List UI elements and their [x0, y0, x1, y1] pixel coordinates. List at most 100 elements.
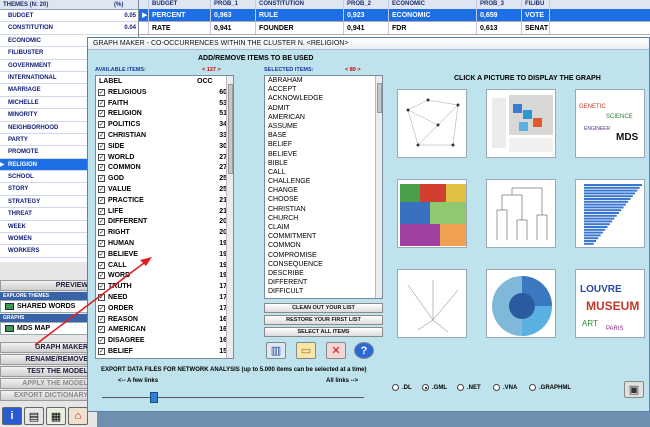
scroll-thumb[interactable]	[377, 83, 382, 113]
format-radio[interactable]: .DL	[392, 384, 412, 391]
graph-maker-button[interactable]: GRAPH MAKER	[0, 342, 97, 353]
selected-item-row[interactable]: CHANGE	[265, 186, 382, 195]
treemap-thumbnail[interactable]	[397, 179, 467, 248]
available-item-row[interactable]: ✓ HUMAN 19	[96, 238, 233, 249]
selected-item-row[interactable]: CALL	[265, 168, 382, 177]
selected-item-row[interactable]: CHOOSE	[265, 195, 382, 204]
format-radio[interactable]: .VNA	[493, 384, 517, 391]
available-item-row[interactable]: ✓ GOD 25	[96, 173, 233, 184]
rename-remove-button[interactable]: RENAME/REMOVE	[0, 354, 97, 365]
apply-model-button[interactable]: APPLY THE MODEL	[0, 378, 97, 389]
selected-item-row[interactable]: DISAGREE	[265, 297, 382, 299]
available-item-row[interactable]: ✓ VALUE 25	[96, 184, 233, 195]
network-graph-thumbnail[interactable]	[397, 89, 467, 158]
available-item-row[interactable]: ✓ TRUTH 17	[96, 281, 233, 292]
item-checkbox[interactable]: ✓	[98, 229, 105, 237]
selected-item-row[interactable]: COMPROMISE	[265, 251, 382, 260]
selected-item-row[interactable]: ASSUME	[265, 122, 382, 131]
available-list-scrollbar[interactable]	[226, 76, 233, 358]
format-radio[interactable]: .GRAPHML	[529, 384, 571, 391]
grid-icon[interactable]: ▦	[46, 407, 66, 425]
radio-circle[interactable]	[493, 384, 500, 391]
selected-item-row[interactable]: ADMIT	[265, 104, 382, 113]
item-checkbox[interactable]: ✓	[98, 250, 105, 258]
item-checkbox[interactable]: ✓	[98, 348, 105, 356]
item-checkbox[interactable]: ✓	[98, 164, 105, 172]
selected-item-row[interactable]: COMMON	[265, 241, 382, 250]
home-icon[interactable]: ⌂	[68, 407, 88, 425]
selected-item-row[interactable]: ACKNOWLEDGE	[265, 94, 382, 103]
item-checkbox[interactable]: ✓	[98, 304, 105, 312]
preview-button[interactable]: PREVIEW	[0, 280, 97, 291]
mds-map-item[interactable]: MDS MAP	[0, 322, 97, 335]
export-dictionary-button[interactable]: EXPORT DICTIONARY	[0, 390, 97, 401]
available-item-row[interactable]: ✓ PRACTICE 21	[96, 195, 233, 206]
slider-knob[interactable]	[150, 392, 158, 403]
selected-item-row[interactable]: CHRISTIAN	[265, 205, 382, 214]
item-checkbox[interactable]: ✓	[98, 283, 105, 291]
selected-item-row[interactable]: AMERICAN	[265, 113, 382, 122]
available-item-row[interactable]: ✓ RELIGIOUS 60	[96, 87, 233, 98]
restore-first-list-button[interactable]: RESTORE YOUR FIRST LIST	[264, 315, 383, 325]
links-slider[interactable]	[102, 392, 364, 403]
select-all-items-button[interactable]: SELECT ALL ITEMS	[264, 327, 383, 337]
available-item-row[interactable]: ✓ FAITH 53	[96, 98, 233, 109]
format-radio[interactable]: .GML	[422, 384, 447, 391]
item-checkbox[interactable]: ✓	[98, 218, 105, 226]
item-checkbox[interactable]: ✓	[98, 142, 105, 150]
selected-items-list[interactable]: ABRAHAM ACCEPT ACKNOWLEDGE ADMIT AMERICAN ASS…	[264, 75, 383, 299]
test-model-button[interactable]: TEST THE MODEL	[0, 366, 97, 377]
radio-circle[interactable]	[392, 384, 399, 391]
dendrogram-thumbnail[interactable]	[486, 179, 556, 248]
line-graph-thumbnail[interactable]	[397, 269, 467, 338]
item-checkbox[interactable]: ✓	[98, 121, 105, 129]
available-item-row[interactable]: ✓ DIFFERENT 20	[96, 217, 233, 228]
radio-circle[interactable]	[529, 384, 536, 391]
selected-item-row[interactable]: BELIEVE	[265, 150, 382, 159]
selected-item-row[interactable]: ABRAHAM	[265, 76, 382, 85]
heatmap-thumbnail[interactable]	[486, 89, 556, 158]
available-item-row[interactable]: ✓ RIGHT 20	[96, 227, 233, 238]
save-icon[interactable]: ▣	[624, 381, 644, 398]
item-checkbox[interactable]: ✓	[98, 326, 105, 334]
selected-item-row[interactable]: BELIEF	[265, 140, 382, 149]
selected-item-row[interactable]: BASE	[265, 131, 382, 140]
selected-item-row[interactable]: DIFFICULT	[265, 287, 382, 296]
selected-item-row[interactable]: CLAIM	[265, 223, 382, 232]
info-icon[interactable]: i	[2, 407, 22, 425]
item-checkbox[interactable]: ✓	[98, 294, 105, 302]
available-item-row[interactable]: ✓ RELIGION 51	[96, 109, 233, 120]
item-checkbox[interactable]: ✓	[98, 240, 105, 248]
sunburst-thumbnail[interactable]	[486, 269, 556, 338]
available-item-row[interactable]: ✓ CALL 19	[96, 260, 233, 271]
bar-chart-thumbnail[interactable]	[575, 179, 645, 248]
theme-row[interactable]: CONSTITUTION 0.04	[0, 22, 138, 35]
item-checkbox[interactable]: ✓	[98, 315, 105, 323]
item-checkbox[interactable]: ✓	[98, 261, 105, 269]
format-radio[interactable]: .NET	[457, 384, 481, 391]
available-item-row[interactable]: ✓ COMMON 27	[96, 163, 233, 174]
item-checkbox[interactable]: ✓	[98, 196, 105, 204]
selected-item-row[interactable]: COMMITMENT	[265, 232, 382, 241]
radio-circle[interactable]	[422, 384, 429, 391]
selected-item-row[interactable]: CONSEQUENCE	[265, 260, 382, 269]
grid-row[interactable]: RATE 0,941 FOUNDER 0,941 FDR 0,613 SENAT	[139, 22, 650, 35]
selected-item-row[interactable]: DIFFERENT	[265, 278, 382, 287]
available-item-row[interactable]: ✓ CHRISTIAN 33	[96, 130, 233, 141]
item-checkbox[interactable]: ✓	[98, 207, 105, 215]
available-item-row[interactable]: ✓CHURCH15	[96, 357, 233, 358]
available-item-row[interactable]: ✓ BELIEF 15	[96, 346, 233, 357]
help-icon[interactable]: ?	[354, 342, 374, 359]
available-items-list[interactable]: LABEL OCC ✓ RELIGIOUS 60 ✓ FAITH 53 ✓ RELIGION 5…	[95, 75, 234, 359]
available-item-row[interactable]: ✓ NEED 17	[96, 292, 233, 303]
wordcloud-thumbnail[interactable]: LOUVRE MUSEUM ART PARIS	[575, 269, 645, 338]
item-checkbox[interactable]: ✓	[98, 99, 105, 107]
report-icon[interactable]: ▥	[266, 342, 286, 359]
selected-item-row[interactable]: CHALLENGE	[265, 177, 382, 186]
available-item-row[interactable]: ✓ LIFE 21	[96, 206, 233, 217]
delete-icon[interactable]: ✕	[326, 342, 346, 359]
item-checkbox[interactable]: ✓	[98, 337, 105, 345]
scroll-thumb[interactable]	[228, 84, 233, 174]
available-item-row[interactable]: ✓ WORLD 27	[96, 152, 233, 163]
item-checkbox[interactable]: ✓	[98, 272, 105, 280]
